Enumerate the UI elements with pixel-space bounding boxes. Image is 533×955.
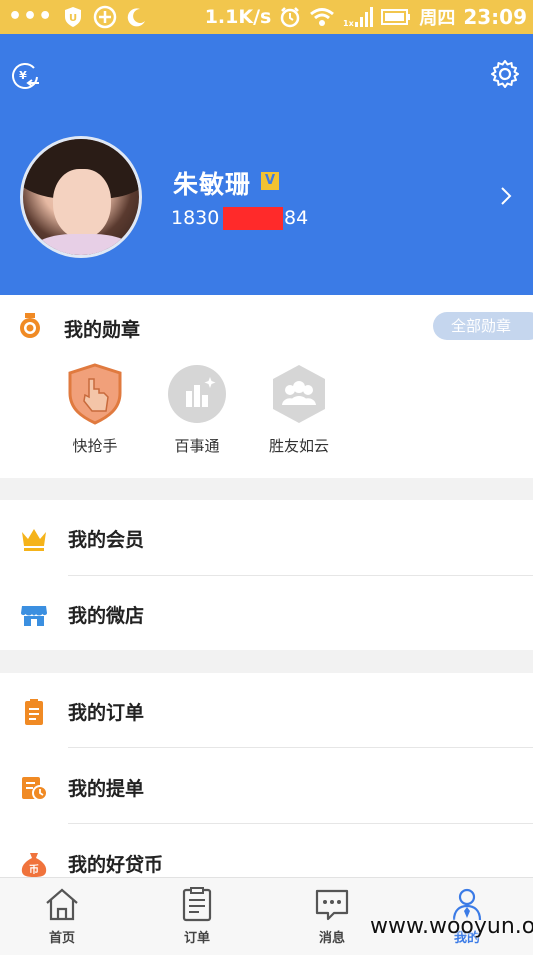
all-medals-button[interactable]: 全部勋章 xyxy=(433,312,533,340)
chart-sparkle-icon xyxy=(168,365,226,423)
signal-icon: 1x xyxy=(343,7,374,28)
battery-icon xyxy=(381,9,411,25)
medals-section: 我的勋章 全部勋章 快抢手 百事通 胜友如云 xyxy=(0,295,533,478)
shield-icon: U xyxy=(65,7,82,27)
medal-icon xyxy=(20,313,40,338)
moon-icon xyxy=(127,8,146,27)
tab-messages[interactable]: 消息 xyxy=(297,886,367,946)
phone-prefix: 1830 xyxy=(171,207,220,229)
medals-title: 我的勋章 xyxy=(64,319,141,341)
avatar[interactable] xyxy=(20,136,142,258)
list-item-label: 我的微店 xyxy=(68,605,145,627)
list-item-member[interactable]: 我的会员 xyxy=(0,500,533,576)
alarm-icon xyxy=(281,7,300,28)
tab-label: 首页 xyxy=(48,931,75,946)
home-icon xyxy=(46,888,78,921)
svg-text:1x: 1x xyxy=(343,19,355,28)
medal-label: 快抢手 xyxy=(72,437,118,455)
clipboard-icon xyxy=(25,699,43,725)
list-item-bill[interactable]: 我的提单 xyxy=(0,749,533,825)
more-dots-icon: ••• xyxy=(8,4,54,29)
list-item-shop[interactable]: 我的微店 xyxy=(0,576,533,652)
bill-icon xyxy=(22,777,48,801)
status-day: 周四 xyxy=(419,8,456,29)
network-speed: 1.1K/s xyxy=(204,6,272,28)
tab-label: 订单 xyxy=(183,931,210,946)
chat-icon xyxy=(315,889,349,921)
tab-orders[interactable]: 订单 xyxy=(162,886,232,946)
svg-text:¥: ¥ xyxy=(19,69,27,82)
plus-circle-icon xyxy=(93,5,117,29)
medal-item[interactable]: 胜友如云 xyxy=(254,363,344,463)
watermark: www.wooyun.org xyxy=(370,914,533,939)
divider xyxy=(68,747,533,748)
medal-item[interactable]: 百事通 xyxy=(152,363,242,463)
list-item-label: 我的好贷币 xyxy=(68,854,164,876)
tab-home[interactable]: 首页 xyxy=(27,886,97,946)
document-icon xyxy=(182,887,212,922)
medal-label: 胜友如云 xyxy=(268,437,329,455)
status-time: 23:09 xyxy=(463,5,527,29)
gear-icon[interactable] xyxy=(490,59,520,89)
tab-label: 消息 xyxy=(318,931,345,946)
list-item-label: 我的提单 xyxy=(68,778,145,800)
group-hexagon-icon xyxy=(273,365,325,423)
verified-badge-icon: V xyxy=(261,172,279,190)
phone-suffix: 84 xyxy=(284,207,309,229)
member-section: 我的会员 我的微店 xyxy=(0,500,533,650)
user-name: 朱敏珊 xyxy=(173,170,252,199)
status-bar: ••• U 1.1K/s 1x 周四 23:09 xyxy=(0,0,533,34)
list-item-label: 我的订单 xyxy=(68,702,145,724)
orders-section: 我的订单 我的提单 币 我的好贷币 xyxy=(0,673,533,877)
phone-redaction xyxy=(223,207,283,230)
svg-text:U: U xyxy=(69,13,77,24)
shop-icon xyxy=(21,606,47,626)
list-item-label: 我的会员 xyxy=(68,529,145,551)
medal-item[interactable]: 快抢手 xyxy=(50,363,140,463)
crown-icon xyxy=(22,529,46,551)
profile-header: ¥ 朱敏珊 V 1830 84 xyxy=(0,34,533,295)
divider xyxy=(68,823,533,824)
money-bag-icon: 币 xyxy=(21,853,47,877)
list-item-orders[interactable]: 我的订单 xyxy=(0,673,533,749)
hand-shield-icon xyxy=(68,363,122,425)
currency-exchange-icon[interactable]: ¥ xyxy=(10,60,40,90)
svg-text:币: 币 xyxy=(29,864,39,876)
chevron-right-icon[interactable] xyxy=(497,185,515,207)
wifi-icon xyxy=(310,8,335,26)
medal-label: 百事通 xyxy=(174,437,220,455)
